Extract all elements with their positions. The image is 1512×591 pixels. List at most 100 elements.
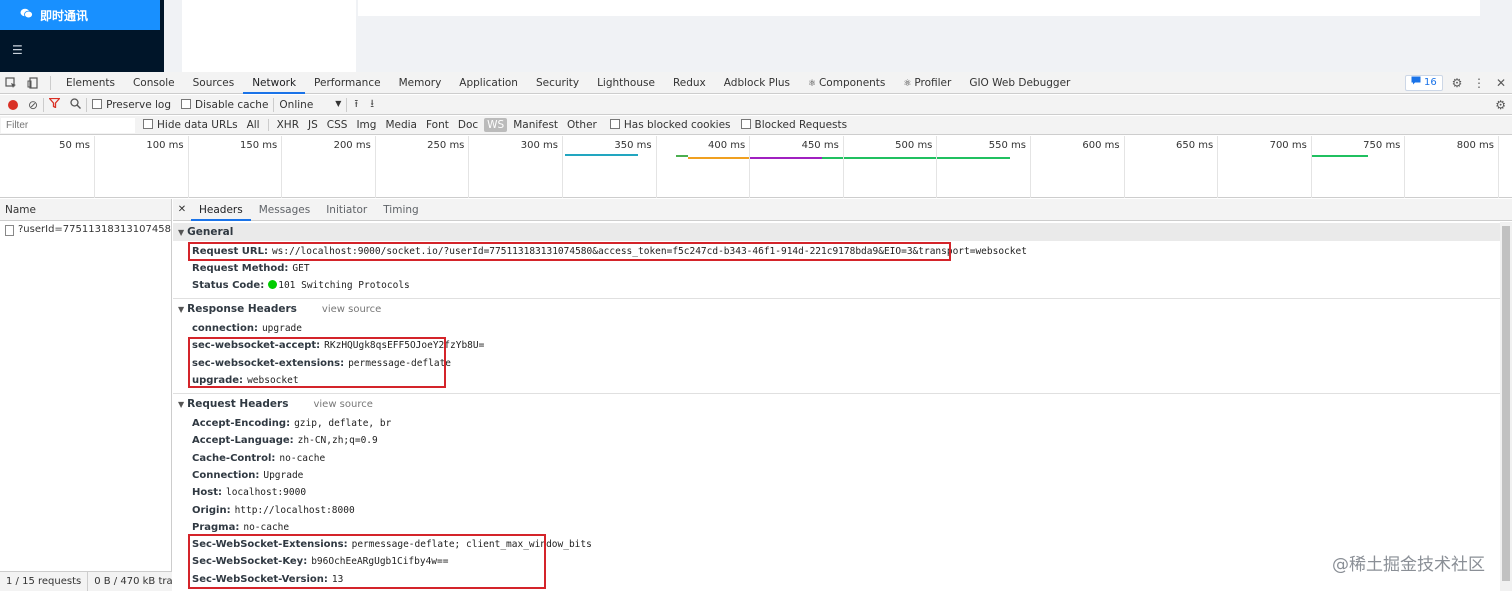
checkbox-box[interactable] xyxy=(143,119,153,129)
tab-label: Console xyxy=(132,76,175,89)
response-headers-section-header[interactable]: ▼ Response Headers view source xyxy=(173,300,1500,318)
detail-tab-list: Headers Messages Initiator Timing xyxy=(191,199,427,221)
close-detail-icon[interactable]: ✕ xyxy=(173,204,191,215)
status-ok-dot-icon xyxy=(268,280,278,289)
timeline-gridline xyxy=(936,136,938,198)
hide-data-urls-checkbox[interactable]: Hide data URLs xyxy=(143,119,238,131)
react-icon: ⚛ xyxy=(903,78,915,89)
nav-item-im[interactable]: 即时通讯 xyxy=(0,0,160,30)
name-column-header[interactable]: Name xyxy=(0,199,171,221)
blocked-requests-checkbox[interactable]: Blocked Requests xyxy=(740,119,848,131)
filter-type-manifest[interactable]: Manifest xyxy=(510,118,561,132)
request-header-row: Accept-Encoding: gzip, deflate, br xyxy=(192,418,391,429)
request-headers-section-header[interactable]: ▼ Request Headers view source xyxy=(173,395,1500,413)
more-options-icon[interactable]: ⋮ xyxy=(1468,72,1490,94)
throttling-select[interactable]: Online ▼ xyxy=(279,99,341,111)
filter-type-ws[interactable]: WS xyxy=(484,118,508,132)
document-icon xyxy=(5,224,14,236)
timeline-bar xyxy=(688,157,750,159)
export-har-icon[interactable]: ⭳ xyxy=(370,95,374,114)
timeline-tick-label: 550 ms xyxy=(988,140,1026,151)
filter-type-other[interactable]: Other xyxy=(564,118,600,132)
blocked-requests-label: Blocked Requests xyxy=(754,119,848,131)
request-header-row: Host: localhost:9000 xyxy=(192,487,306,498)
filter-type-font[interactable]: Font xyxy=(423,118,452,132)
toolbar-separator xyxy=(86,97,88,112)
filter-funnel-icon[interactable] xyxy=(48,97,62,111)
filter-input[interactable] xyxy=(1,117,135,133)
request-headers-title: Request Headers xyxy=(187,398,289,410)
header-key: connection: xyxy=(192,323,258,334)
filter-type-all[interactable]: All xyxy=(244,118,263,132)
tab-sources[interactable]: Sources xyxy=(184,72,244,94)
record-icon[interactable] xyxy=(8,99,18,110)
tab-gio-web-debugger[interactable]: GIO Web Debugger xyxy=(960,72,1079,94)
checkbox-box[interactable] xyxy=(609,119,620,129)
tab-application[interactable]: Application xyxy=(450,72,527,94)
checkbox-box[interactable] xyxy=(92,98,103,109)
issues-badge[interactable]: 16 xyxy=(1405,75,1443,91)
tab-console[interactable]: Console xyxy=(124,72,184,94)
timeline-gridline xyxy=(187,136,189,198)
filter-type-js[interactable]: JS xyxy=(305,118,321,132)
tab-label: Security xyxy=(535,76,580,89)
filter-type-img[interactable]: Img xyxy=(353,118,379,132)
request-header-row: Connection: Upgrade xyxy=(192,470,303,481)
preserve-log-checkbox[interactable]: Preserve log xyxy=(92,98,171,111)
request-row[interactable]: ?userId=775113183131074580&a... xyxy=(0,221,171,239)
network-overview-timeline[interactable]: 50 ms 100 ms 150 ms 200 ms 250 ms 300 ms 350 m… xyxy=(0,136,1512,198)
tab-memory[interactable]: Memory xyxy=(390,72,451,94)
device-toolbar-icon[interactable] xyxy=(22,72,44,94)
dropdown-arrow-icon: ▼ xyxy=(335,98,342,108)
detail-scrollbar-thumb[interactable] xyxy=(1502,226,1510,581)
tab-redux[interactable]: Redux xyxy=(664,72,715,94)
nav-item-label: 即时通讯 xyxy=(40,8,89,23)
header-value: upgrade xyxy=(261,323,302,334)
network-toolbar: ⊘ Preserve log Disable cache Online ▼ ⭱ … xyxy=(0,95,1512,115)
checkbox-box[interactable] xyxy=(740,119,751,129)
highlight-box xyxy=(188,337,446,388)
close-devtools-icon[interactable]: ✕ xyxy=(1490,72,1512,94)
tab-security[interactable]: Security xyxy=(527,72,588,94)
search-icon[interactable] xyxy=(70,97,82,112)
settings-gear-icon[interactable]: ⚙ xyxy=(1446,72,1468,94)
timeline-bar xyxy=(822,157,1010,159)
detail-tab-headers[interactable]: Headers xyxy=(191,199,251,221)
tab-components[interactable]: ⚛ Components xyxy=(799,72,894,94)
toolbar-separator xyxy=(346,97,348,112)
tab-adblock-plus[interactable]: Adblock Plus xyxy=(715,72,799,94)
tab-label: Lighthouse xyxy=(597,76,655,89)
network-settings-icon[interactable]: ⚙ xyxy=(1495,98,1506,112)
header-key: Host: xyxy=(192,487,222,499)
detail-tab-messages[interactable]: Messages xyxy=(251,199,319,221)
filter-type-css[interactable]: CSS xyxy=(324,118,351,132)
tab-profiler[interactable]: ⚛ Profiler xyxy=(894,72,960,94)
filter-type-doc[interactable]: Doc xyxy=(455,118,481,132)
request-header-row: Accept-Language: zh-CN,zh;q=0.9 xyxy=(192,435,378,446)
view-source-link[interactable]: view source xyxy=(322,304,381,315)
tab-lighthouse[interactable]: Lighthouse xyxy=(588,72,664,94)
inspect-element-icon[interactable] xyxy=(0,72,22,94)
timeline-tick-label: 100 ms xyxy=(146,140,184,151)
header-value: http://localhost:8000 xyxy=(234,504,355,516)
tab-network[interactable]: Network xyxy=(243,72,306,94)
disable-cache-checkbox[interactable]: Disable cache xyxy=(181,98,268,111)
header-value: Upgrade xyxy=(263,469,304,481)
clear-icon[interactable]: ⊘ xyxy=(28,98,38,112)
throttling-value: Online xyxy=(279,98,314,111)
resource-type-filters: All XHR JS CSS Img Media Font Doc WS Manifest Othe… xyxy=(244,118,600,132)
view-source-link[interactable]: view source xyxy=(313,399,372,410)
tab-performance[interactable]: Performance xyxy=(305,72,390,94)
checkbox-box[interactable] xyxy=(181,98,192,109)
detail-tab-initiator[interactable]: Initiator xyxy=(318,199,375,221)
has-blocked-cookies-checkbox[interactable]: Has blocked cookies xyxy=(609,119,731,131)
general-section-title: General xyxy=(187,226,234,238)
request-name: ?userId=775113183131074580&a... xyxy=(18,224,171,235)
general-section-header[interactable]: ▼ General xyxy=(173,223,1500,241)
filter-type-media[interactable]: Media xyxy=(382,118,420,132)
filter-type-xhr[interactable]: XHR xyxy=(274,118,302,132)
detail-tab-timing[interactable]: Timing xyxy=(375,199,426,221)
tab-elements[interactable]: Elements xyxy=(57,72,124,94)
menu-fold-icon[interactable]: ☰ xyxy=(12,44,24,56)
import-har-icon[interactable]: ⭱ xyxy=(354,95,358,114)
